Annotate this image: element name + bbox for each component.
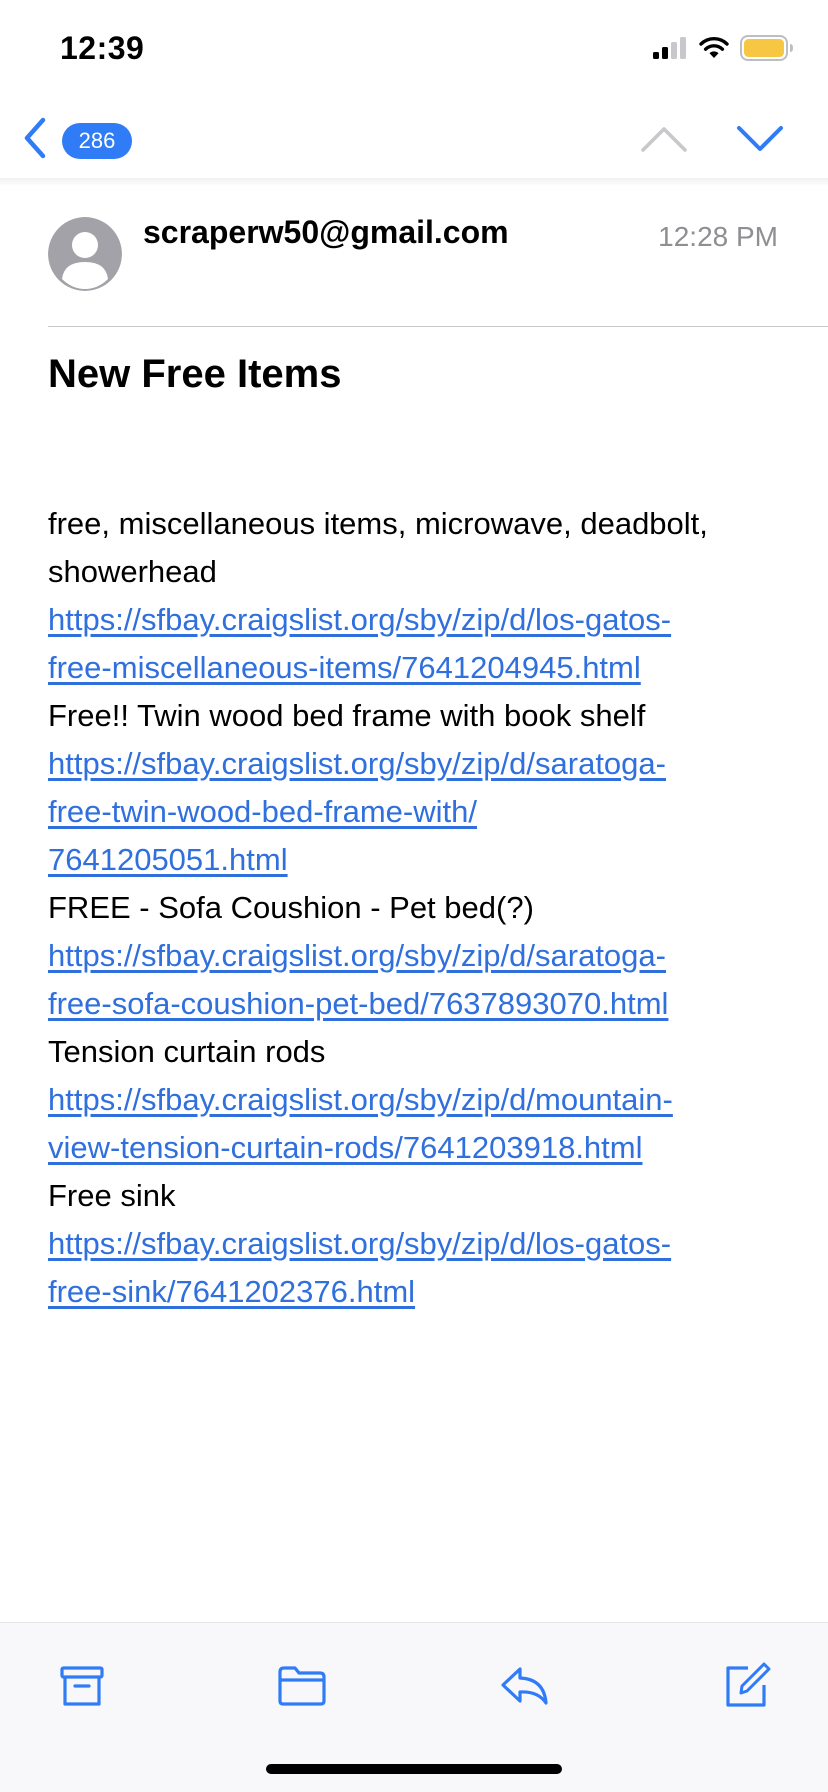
body-link[interactable]: https://sfbay.craigslist.org/sby/zip/d/l… (48, 596, 788, 644)
wifi-icon (698, 36, 730, 65)
previous-message-button[interactable] (640, 124, 688, 159)
next-message-button[interactable] (736, 124, 784, 159)
archive-button[interactable] (56, 1659, 108, 1711)
body-link[interactable]: https://sfbay.craigslist.org/sby/zip/d/m… (48, 1076, 788, 1124)
compose-icon (726, 1662, 771, 1707)
move-to-folder-button[interactable] (276, 1659, 328, 1711)
back-button[interactable]: 286 (22, 116, 132, 165)
body-link[interactable]: https://sfbay.craigslist.org/sby/zip/d/s… (48, 932, 788, 980)
body-link[interactable]: free-sofa-coushion-pet-bed/7637893070.ht… (48, 980, 788, 1028)
back-chevron-icon (22, 116, 48, 165)
mail-message-screen: 12:39 286 scraperw50@gmail.com 12:28 PM … (0, 0, 828, 1792)
cellular-signal-icon (652, 36, 688, 65)
status-time: 12:39 (60, 30, 145, 66)
previous-message-icon (640, 127, 688, 158)
body-link[interactable]: free-twin-wood-bed-frame-with/ (48, 788, 788, 836)
reply-button[interactable] (498, 1659, 550, 1711)
body-text: Free sink (48, 1178, 176, 1213)
body-text: free, miscellaneous items, microwave, de… (48, 506, 708, 541)
message-time: 12:28 PM (658, 221, 778, 252)
message-body: free, miscellaneous items, microwave, de… (48, 500, 788, 1316)
folder-icon (278, 1666, 326, 1706)
battery-icon (740, 34, 794, 66)
body-text: showerhead (48, 554, 217, 589)
body-text: Tension curtain rods (48, 1034, 326, 1069)
body-link[interactable]: https://sfbay.craigslist.org/sby/zip/d/l… (48, 1220, 788, 1268)
sender-avatar[interactable] (48, 217, 122, 291)
reply-icon (501, 1667, 548, 1705)
body-link[interactable]: free-sink/7641202376.html (48, 1268, 788, 1316)
body-link[interactable]: https://sfbay.craigslist.org/sby/zip/d/s… (48, 740, 788, 788)
home-indicator[interactable] (266, 1764, 562, 1774)
body-text: FREE - Sofa Coushion - Pet bed(?) (48, 890, 534, 925)
body-link[interactable]: view-tension-curtain-rods/7641203918.htm… (48, 1124, 788, 1172)
body-text: Free!! Twin wood bed frame with book she… (48, 698, 646, 733)
navigation-bar: 286 (0, 100, 828, 184)
header-divider (48, 326, 828, 327)
body-link[interactable]: 7641205051.html (48, 836, 788, 884)
archive-icon (60, 1666, 104, 1706)
message-subject: New Free Items (48, 352, 342, 396)
nav-separator (0, 178, 828, 186)
avatar-person-icon (48, 217, 122, 291)
compose-button[interactable] (720, 1659, 772, 1711)
next-message-icon (736, 126, 784, 158)
unread-count-badge: 286 (62, 122, 132, 159)
body-link[interactable]: free-miscellaneous-items/7641204945.html (48, 644, 788, 692)
sender-address[interactable]: scraperw50@gmail.com (143, 214, 509, 251)
status-icons (652, 34, 794, 66)
